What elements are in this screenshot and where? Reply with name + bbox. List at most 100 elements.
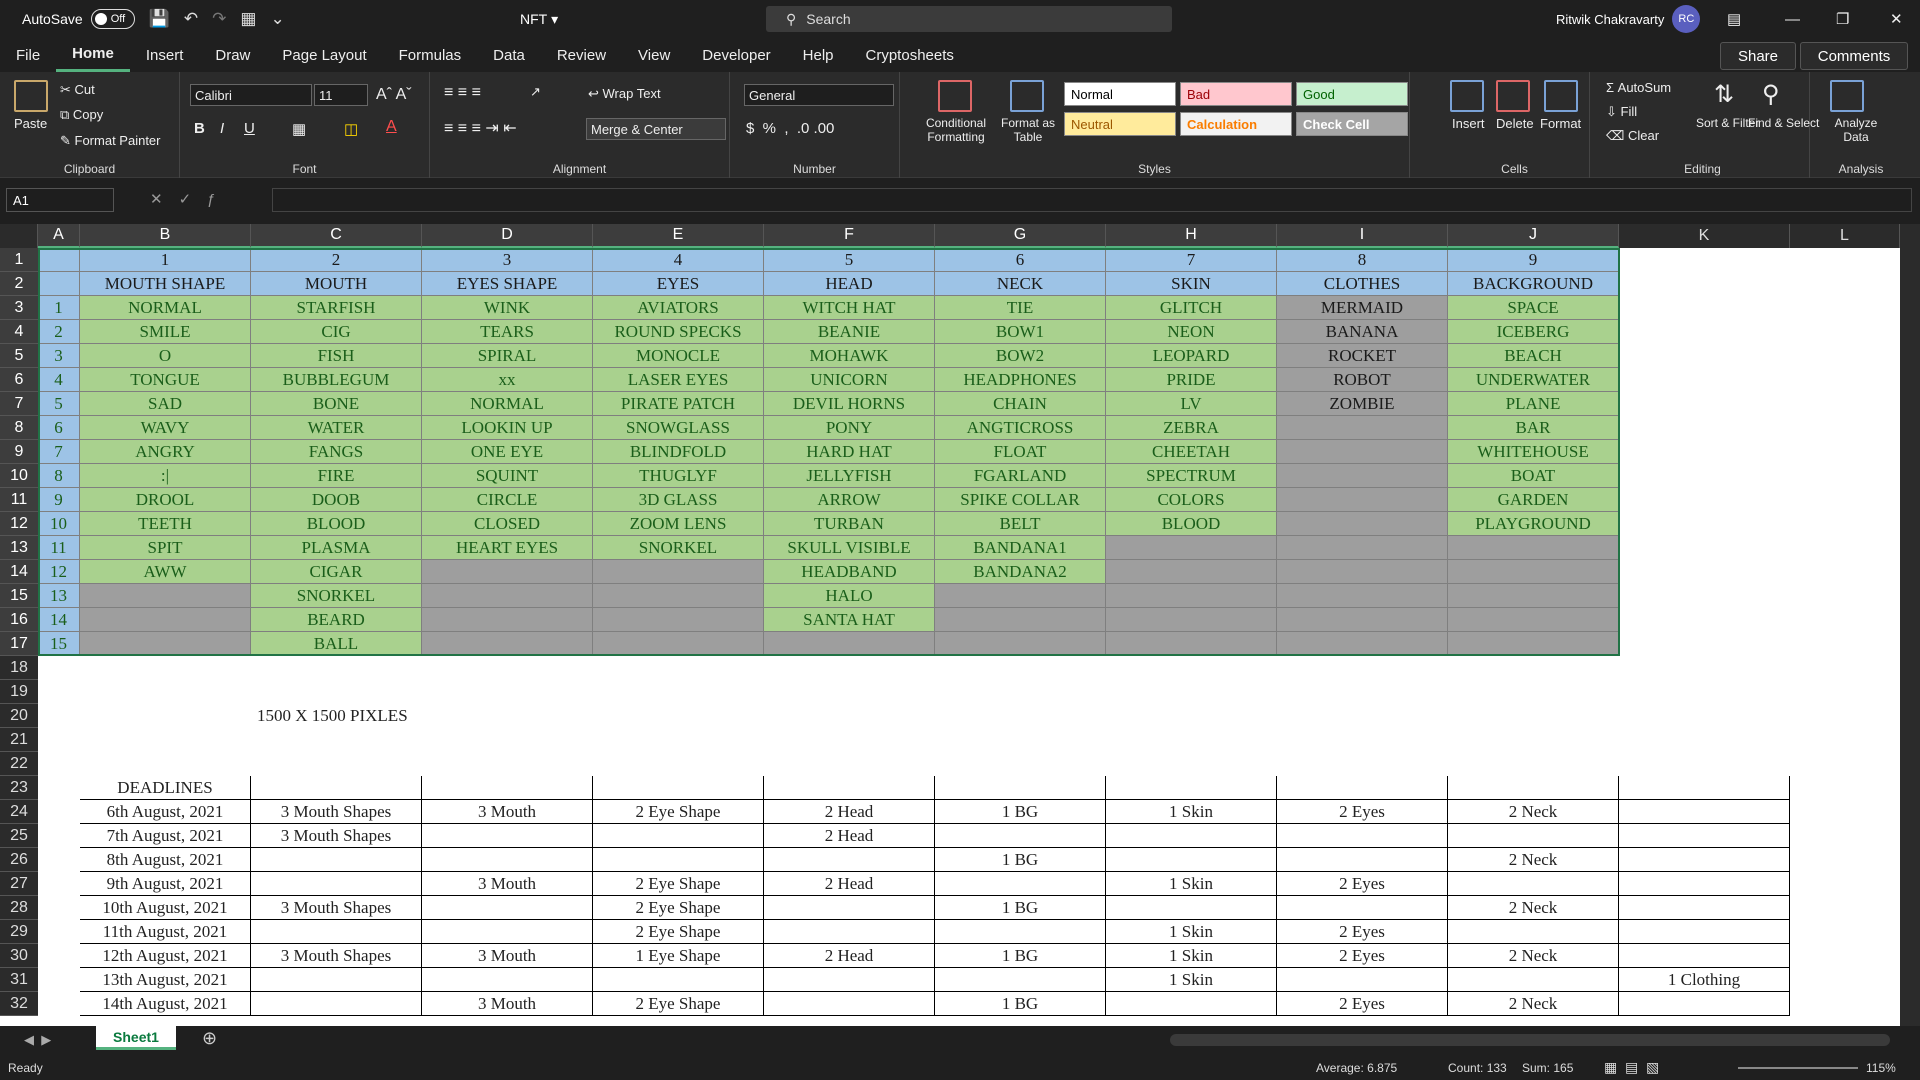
cell-r13-c0[interactable]: 11 bbox=[38, 536, 80, 560]
find-select-button[interactable]: Find & Select bbox=[1748, 116, 1819, 130]
deadline-cell[interactable]: 2 Neck bbox=[1448, 800, 1619, 824]
paste-button[interactable]: Paste bbox=[14, 116, 47, 131]
font-size-select[interactable]: 11 bbox=[314, 84, 368, 106]
worksheet-grid[interactable]: A B C D E F G H I J K L 1 2 3 4 5 6 7 8 9 10 11 12 13 14 15 16 17 18 1… bbox=[0, 224, 1900, 1026]
cell-r13-c9[interactable] bbox=[1448, 536, 1619, 560]
row-header-13[interactable]: 13 bbox=[0, 536, 38, 560]
cell-r6-c9[interactable]: UNDERWATER bbox=[1448, 368, 1619, 392]
row-header-32[interactable]: 32 bbox=[0, 992, 38, 1016]
cell-r14-c6[interactable]: BANDANA2 bbox=[935, 560, 1106, 584]
deadline-cell[interactable]: 2 Neck bbox=[1448, 944, 1619, 968]
deadline-cell[interactable]: 2 Eyes bbox=[1277, 920, 1448, 944]
sheet-tab-sheet1[interactable]: Sheet1 bbox=[96, 1026, 176, 1050]
cell-r11-c2[interactable]: DOOB bbox=[251, 488, 422, 512]
cell-r2-c4[interactable]: EYES bbox=[593, 272, 764, 296]
cell-r3-c7[interactable]: GLITCH bbox=[1106, 296, 1277, 320]
cell-r9-c6[interactable]: FLOAT bbox=[935, 440, 1106, 464]
deadline-cell[interactable]: 2 Neck bbox=[1448, 992, 1619, 1016]
cell-r5-c8[interactable]: ROCKET bbox=[1277, 344, 1448, 368]
deadline-cell[interactable]: 1 BG bbox=[935, 800, 1106, 824]
deadline-cell[interactable]: 3 Mouth Shapes bbox=[251, 800, 422, 824]
cell-r1-c3[interactable]: 3 bbox=[422, 248, 593, 272]
tab-formulas[interactable]: Formulas bbox=[383, 38, 478, 72]
cell-r5-c0[interactable]: 3 bbox=[38, 344, 80, 368]
cell-r3-c8[interactable]: MERMAID bbox=[1277, 296, 1448, 320]
cell-r9-c0[interactable]: 7 bbox=[38, 440, 80, 464]
cell-r17-c1[interactable] bbox=[80, 632, 251, 656]
deadline-cell[interactable] bbox=[1277, 896, 1448, 920]
deadline-cell[interactable]: 2 Head bbox=[764, 872, 935, 896]
cell-r17-c7[interactable] bbox=[1106, 632, 1277, 656]
zoom-slider[interactable] bbox=[1738, 1067, 1858, 1069]
row-header-29[interactable]: 29 bbox=[0, 920, 38, 944]
deadline-cell[interactable] bbox=[935, 920, 1106, 944]
cell-r9-c9[interactable]: WHITEHOUSE bbox=[1448, 440, 1619, 464]
cell-r11-c3[interactable]: CIRCLE bbox=[422, 488, 593, 512]
cell-r1-c2[interactable]: 2 bbox=[251, 248, 422, 272]
orientation-icon[interactable]: ↗ bbox=[530, 84, 541, 100]
cell-r15-c4[interactable] bbox=[593, 584, 764, 608]
cell-r15-c0[interactable]: 13 bbox=[38, 584, 80, 608]
cell-r6-c3[interactable]: xx bbox=[422, 368, 593, 392]
style-normal[interactable]: Normal bbox=[1064, 82, 1176, 106]
cell-r17-c5[interactable] bbox=[764, 632, 935, 656]
cell-r12-c2[interactable]: BLOOD bbox=[251, 512, 422, 536]
cell-r7-c2[interactable]: BONE bbox=[251, 392, 422, 416]
cell-r10-c6[interactable]: FGARLAND bbox=[935, 464, 1106, 488]
deadline-cell[interactable]: 2 Eyes bbox=[1277, 800, 1448, 824]
redo-icon[interactable]: ↷ bbox=[212, 9, 226, 29]
cell-r6-c5[interactable]: UNICORN bbox=[764, 368, 935, 392]
cell-r7-c4[interactable]: PIRATE PATCH bbox=[593, 392, 764, 416]
row-header-7[interactable]: 7 bbox=[0, 392, 38, 416]
conditional-formatting-icon[interactable] bbox=[938, 80, 972, 112]
deadline-cell[interactable] bbox=[764, 896, 935, 920]
cell-r1-c0[interactable] bbox=[38, 248, 80, 272]
tab-help[interactable]: Help bbox=[787, 38, 850, 72]
find-select-icon[interactable]: ⚲ bbox=[1762, 80, 1780, 109]
cell-r12-c7[interactable]: BLOOD bbox=[1106, 512, 1277, 536]
tab-review[interactable]: Review bbox=[541, 38, 622, 72]
row-header-22[interactable]: 22 bbox=[0, 752, 38, 776]
bold-icon[interactable]: B bbox=[194, 120, 205, 137]
deadline-cell[interactable] bbox=[593, 848, 764, 872]
cell-r9-c1[interactable]: ANGRY bbox=[80, 440, 251, 464]
cell-r11-c4[interactable]: 3D GLASS bbox=[593, 488, 764, 512]
deadline-cell[interactable] bbox=[1106, 992, 1277, 1016]
cell-r15-c3[interactable] bbox=[422, 584, 593, 608]
row-header-28[interactable]: 28 bbox=[0, 896, 38, 920]
row-header-16[interactable]: 16 bbox=[0, 608, 38, 632]
cell-r15-c9[interactable] bbox=[1448, 584, 1619, 608]
align-top-icon[interactable]: ≡ ≡ ≡ bbox=[444, 84, 481, 102]
cell-r12-c1[interactable]: TEETH bbox=[80, 512, 251, 536]
row-header-20[interactable]: 20 bbox=[0, 704, 38, 728]
add-sheet-icon[interactable]: ⊕ bbox=[202, 1028, 217, 1049]
cell-r10-c8[interactable] bbox=[1277, 464, 1448, 488]
cell-r2-c0[interactable] bbox=[38, 272, 80, 296]
cell-r2-c8[interactable]: CLOTHES bbox=[1277, 272, 1448, 296]
cell-r5-c3[interactable]: SPIRAL bbox=[422, 344, 593, 368]
cell-r10-c1[interactable]: :| bbox=[80, 464, 251, 488]
tab-file[interactable]: File bbox=[0, 38, 56, 72]
deadline-cell[interactable]: 3 Mouth Shapes bbox=[251, 944, 422, 968]
cell-r13-c2[interactable]: PLASMA bbox=[251, 536, 422, 560]
deadline-cell[interactable] bbox=[422, 848, 593, 872]
style-bad[interactable]: Bad bbox=[1180, 82, 1292, 106]
cell-r6-c0[interactable]: 4 bbox=[38, 368, 80, 392]
cell-r4-c3[interactable]: TEARS bbox=[422, 320, 593, 344]
cell-r6-c1[interactable]: TONGUE bbox=[80, 368, 251, 392]
cell-r13-c6[interactable]: BANDANA1 bbox=[935, 536, 1106, 560]
deadline-cell[interactable] bbox=[1106, 824, 1277, 848]
cell-r15-c6[interactable] bbox=[935, 584, 1106, 608]
scroll-tabs-icon[interactable]: ◀ ▶ bbox=[24, 1032, 51, 1048]
cell-r17-c6[interactable] bbox=[935, 632, 1106, 656]
accounting-icon[interactable]: $ % , .0 .00 bbox=[746, 120, 834, 137]
restore-icon[interactable]: ❐ bbox=[1836, 0, 1849, 38]
cell-r13-c8[interactable] bbox=[1277, 536, 1448, 560]
comments-button[interactable]: Comments bbox=[1800, 42, 1908, 70]
deadline-cell[interactable] bbox=[1106, 848, 1277, 872]
column-header-j[interactable]: J bbox=[1448, 224, 1619, 248]
cell-r17-c9[interactable] bbox=[1448, 632, 1619, 656]
deadline-cell[interactable] bbox=[1619, 944, 1790, 968]
row-header-2[interactable]: 2 bbox=[0, 272, 38, 296]
cell-r5-c4[interactable]: MONOCLE bbox=[593, 344, 764, 368]
